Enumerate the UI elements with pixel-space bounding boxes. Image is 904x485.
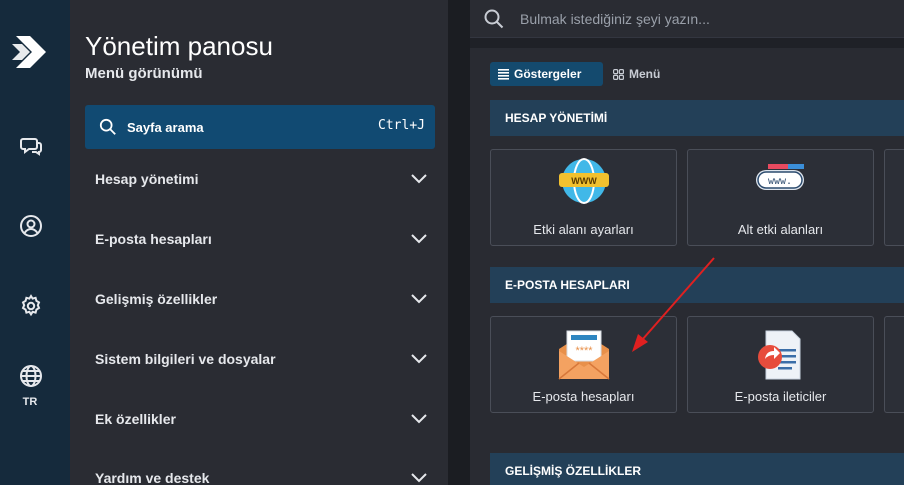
search-icon	[484, 9, 504, 28]
user-icon[interactable]	[16, 211, 46, 241]
tab-label: Göstergeler	[514, 67, 582, 81]
keyboard-shortcut: Ctrl+J	[378, 118, 425, 133]
menu-item-label: Hesap yönetimi	[95, 171, 199, 187]
left-rail: TR	[0, 0, 70, 485]
menu-item-sistem-bilgileri[interactable]: Sistem bilgileri ve dosyalar	[85, 343, 435, 375]
section-e-posta-hesaplari: E-POSTA HESAPLARI	[490, 267, 904, 303]
forward-document-icon	[757, 330, 800, 380]
menu-item-label: Sistem bilgileri ve dosyalar	[95, 351, 276, 367]
www-bar-icon: www.	[755, 164, 804, 190]
card-e-posta-hesaplari[interactable]: **** E-posta hesapları	[490, 316, 677, 413]
card-label: E-posta hesapları	[532, 389, 635, 404]
section-hesap-yonetimi: HESAP YÖNETİMİ	[490, 100, 904, 136]
menu-item-label: Gelişmiş özellikler	[95, 291, 218, 307]
menu-item-yardim-ve-destek[interactable]: Yardım ve destek	[85, 462, 435, 485]
dashboard-content: Göstergeler Menü HESAP YÖNETİMİ WWW Etki…	[470, 48, 904, 485]
search-placeholder[interactable]: Bulmak istediğiniz şeyi yazın...	[520, 11, 710, 27]
page-search-button[interactable]: Sayfa arama Ctrl+J	[85, 105, 435, 149]
svg-text:www.: www.	[767, 176, 791, 187]
menu-item-ek-ozellikler[interactable]: Ek özellikler	[85, 403, 435, 435]
page-search-label: Sayfa arama	[127, 119, 204, 135]
card-partial[interactable]	[884, 149, 904, 246]
chevron-down-icon	[411, 414, 427, 424]
card-label: Alt etki alanları	[737, 222, 824, 237]
card-label: E-posta ileticiler	[734, 389, 827, 404]
menu-item-hesap-yonetimi[interactable]: Hesap yönetimi	[85, 163, 435, 195]
tab-label: Menü	[629, 67, 661, 81]
globe-icon[interactable]	[16, 361, 46, 391]
card-etki-alani-ayarlari[interactable]: WWW Etki alanı ayarları	[490, 149, 677, 246]
svg-text:WWW: WWW	[571, 176, 597, 186]
tab-gostergeler[interactable]: Göstergeler	[490, 62, 603, 86]
card-label: Etki alanı ayarları	[533, 222, 634, 237]
section-gelismis-ozellikler: GELİŞMİŞ ÖZELLİKLER	[490, 453, 904, 485]
chevron-down-icon	[411, 473, 427, 483]
menu-item-e-posta-hesaplari[interactable]: E-posta hesapları	[85, 223, 435, 255]
chat-icon[interactable]	[16, 131, 46, 161]
main-area: Bulmak istediğiniz şeyi yazın... Gösterg…	[470, 0, 904, 485]
chevron-down-icon	[411, 174, 427, 184]
card-e-posta-ileticiler[interactable]: E-posta ileticiler	[687, 316, 874, 413]
gear-icon[interactable]	[16, 291, 46, 321]
grid-icon	[613, 68, 624, 80]
chevron-down-icon	[411, 234, 427, 244]
page-title: Yönetim panosu	[85, 31, 273, 61]
card-partial[interactable]	[884, 316, 904, 413]
www-globe-icon: WWW	[558, 158, 609, 204]
language-label[interactable]: TR	[0, 396, 60, 408]
panel-divider	[448, 0, 470, 485]
search-icon	[99, 118, 116, 135]
chevron-down-icon	[411, 354, 427, 364]
global-search-bar[interactable]: Bulmak istediğiniz şeyi yazın...	[470, 0, 904, 38]
menu-item-gelismis-ozellikler[interactable]: Gelişmiş özellikler	[85, 283, 435, 315]
page-subtitle: Menü görünümü	[85, 65, 203, 82]
menu-item-label: Ek özellikler	[95, 411, 176, 427]
chevron-down-icon	[411, 294, 427, 304]
menu-item-label: E-posta hesapları	[95, 231, 212, 247]
list-icon	[498, 68, 509, 80]
app-logo-icon[interactable]	[12, 32, 48, 72]
menu-item-label: Yardım ve destek	[95, 470, 210, 485]
svg-text:****: ****	[575, 345, 593, 357]
menu-panel: Yönetim panosu Menü görünümü Sayfa arama…	[70, 0, 448, 485]
envelope-icon: ****	[558, 330, 609, 380]
tab-menu[interactable]: Menü	[613, 62, 660, 86]
card-alt-etki-alanlari[interactable]: www. Alt etki alanları	[687, 149, 874, 246]
